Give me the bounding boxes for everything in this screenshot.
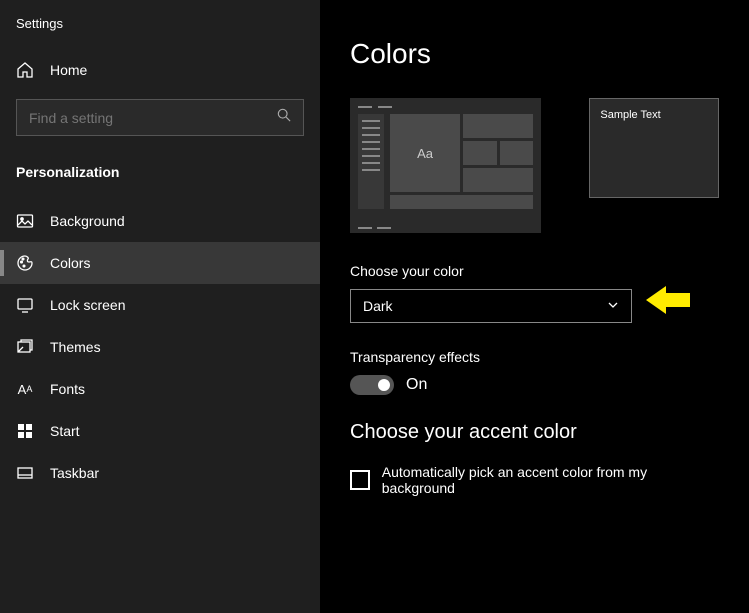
home-icon xyxy=(16,61,34,79)
palette-icon xyxy=(16,254,34,272)
themes-icon xyxy=(16,338,34,356)
nav-home[interactable]: Home xyxy=(0,49,320,91)
search-box[interactable] xyxy=(16,99,304,136)
transparency-state: On xyxy=(406,376,427,394)
transparency-toggle[interactable] xyxy=(350,375,394,395)
color-mode-setting: Choose your color Dark xyxy=(350,263,719,323)
sidebar-item-taskbar[interactable]: Taskbar xyxy=(0,452,320,494)
sidebar-item-background[interactable]: Background xyxy=(0,200,320,242)
nav-label: Colors xyxy=(50,255,90,271)
highlight-arrow-icon xyxy=(646,282,690,321)
sidebar-item-fonts[interactable]: AA Fonts xyxy=(0,368,320,410)
accent-auto-row[interactable]: Automatically pick an accent color from … xyxy=(350,464,719,496)
desktop-preview: Aa xyxy=(350,98,541,233)
preview-row: Aa Sample Text xyxy=(350,98,719,233)
accent-title: Choose your accent color xyxy=(350,421,719,444)
search-input[interactable] xyxy=(29,110,277,126)
accent-auto-checkbox[interactable] xyxy=(350,470,370,490)
sidebar: Settings Home Personalization Background… xyxy=(0,0,320,613)
nav-label: Themes xyxy=(50,339,101,355)
nav-label: Fonts xyxy=(50,381,85,397)
nav-home-label: Home xyxy=(50,62,87,78)
transparency-label: Transparency effects xyxy=(350,349,719,365)
nav-label: Start xyxy=(50,423,80,439)
sidebar-item-colors[interactable]: Colors xyxy=(0,242,320,284)
start-icon xyxy=(16,422,34,440)
search-icon xyxy=(277,108,291,127)
color-mode-value: Dark xyxy=(363,298,393,314)
preview-aa: Aa xyxy=(390,114,460,192)
page-title: Colors xyxy=(350,38,719,70)
chevron-down-icon xyxy=(607,298,619,314)
nav-label: Taskbar xyxy=(50,465,99,481)
sidebar-item-start[interactable]: Start xyxy=(0,410,320,452)
color-mode-label: Choose your color xyxy=(350,263,719,279)
sidebar-item-lockscreen[interactable]: Lock screen xyxy=(0,284,320,326)
taskbar-icon xyxy=(16,464,34,482)
color-mode-dropdown[interactable]: Dark xyxy=(350,289,632,323)
main-content: Colors Aa Sample Text xyxy=(320,0,749,613)
window-preview: Sample Text xyxy=(589,98,719,198)
lockscreen-icon xyxy=(16,296,34,314)
accent-auto-label: Automatically pick an accent color from … xyxy=(382,464,719,496)
transparency-setting: Transparency effects On xyxy=(350,349,719,395)
sidebar-item-themes[interactable]: Themes xyxy=(0,326,320,368)
fonts-icon: AA xyxy=(16,380,34,398)
sample-text: Sample Text xyxy=(600,109,660,121)
nav-label: Lock screen xyxy=(50,297,125,313)
app-title: Settings xyxy=(0,12,320,49)
picture-icon xyxy=(16,212,34,230)
section-header: Personalization xyxy=(0,152,320,200)
nav-label: Background xyxy=(50,213,125,229)
